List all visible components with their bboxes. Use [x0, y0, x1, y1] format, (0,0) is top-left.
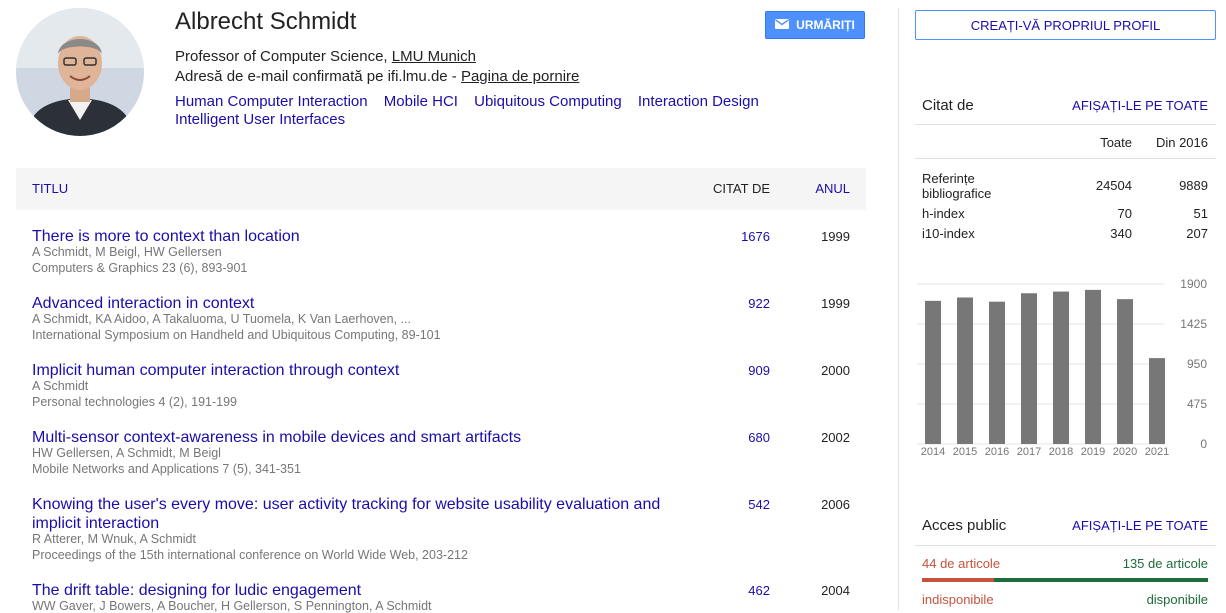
- articles-table-header: TITLU CITAT DE ANUL: [16, 168, 866, 210]
- chart-x-tick-label: 2014: [921, 446, 945, 458]
- chart-x-tick-label: 2021: [1145, 446, 1169, 458]
- interest-link[interactable]: Interaction Design: [638, 93, 759, 110]
- affiliation-text: Professor of Computer Science,: [175, 48, 392, 65]
- chart-x-tick-label: 2017: [1017, 446, 1041, 458]
- article-authors: A Schmidt, M Beigl, HW Gellersen: [32, 245, 222, 259]
- article-title-link[interactable]: Multi-sensor context-awareness in mobile…: [32, 428, 672, 447]
- chart-bar-2017[interactable]: [1021, 293, 1037, 444]
- chart-x-tick-label: 2016: [985, 446, 1009, 458]
- cited-by-column-header: CITAT DE: [712, 181, 770, 196]
- chart-x-tick-label: 2018: [1049, 446, 1073, 458]
- unavailable-bar: [922, 578, 994, 582]
- chart-bar-2018[interactable]: [1053, 291, 1069, 444]
- unavailable-label: indisponibile: [922, 592, 994, 607]
- follow-button[interactable]: URMĂRIȚI: [765, 11, 865, 39]
- article-venue: International Symposium on Handheld and …: [32, 328, 441, 342]
- article-venue: Mobile Networks and Applications 7 (5), …: [32, 462, 301, 476]
- citations-per-year-chart: 0 475 950 1425 1900 2014 2015 2016 2017 2018 2019 2…: [914, 270, 1216, 470]
- article-authors: A Schmidt: [32, 379, 89, 393]
- col-header-since: Din 2016: [1155, 135, 1208, 150]
- chart-y-tick-label: 475: [1187, 397, 1207, 411]
- available-label: disponibile: [1146, 592, 1208, 607]
- verified-email-text: Adresă de e-mail confirmată pe ifi.lmu.d…: [175, 68, 461, 85]
- citations-chart-svg: 0 475 950 1425 1900 2014 2015 2016 2017 2018 2019 2…: [917, 277, 1207, 458]
- article-venue: Computers & Graphics 23 (6), 893-901: [32, 261, 248, 275]
- article-authors: HW Gellersen, A Schmidt, M Beigl: [32, 446, 221, 460]
- divider: [915, 124, 1216, 125]
- divider: [915, 545, 1216, 546]
- article-year: 1999: [821, 229, 850, 244]
- chart-bar-2021[interactable]: [1149, 358, 1165, 444]
- chart-y-tick-label: 1425: [1180, 317, 1207, 331]
- article-cited-by-link[interactable]: 922: [748, 296, 770, 311]
- available-bar: [994, 578, 1208, 582]
- chart-bar-2020[interactable]: [1117, 299, 1133, 444]
- homepage-link[interactable]: Pagina de pornire: [461, 68, 579, 85]
- sort-by-title[interactable]: TITLU: [32, 181, 68, 196]
- article-year: 2004: [821, 583, 850, 598]
- stat-i10-index-since: 207: [1186, 226, 1208, 241]
- article-cited-by-link[interactable]: 1676: [741, 229, 770, 244]
- stat-label-h-index: h-index: [922, 206, 965, 221]
- affiliation-link[interactable]: LMU Munich: [392, 48, 476, 65]
- article-year: 2000: [821, 363, 850, 378]
- chart-bar-2019[interactable]: [1085, 289, 1101, 444]
- chart-bar-2015[interactable]: [957, 297, 973, 444]
- interest-link[interactable]: Intelligent User Interfaces: [175, 111, 345, 128]
- article-title-link[interactable]: Implicit human computer interaction thro…: [32, 361, 672, 380]
- article-cited-by-link[interactable]: 680: [748, 430, 770, 445]
- interest-link[interactable]: Human Computer Interaction: [175, 93, 368, 110]
- article-authors: A Schmidt, KA Aidoo, A Takaluoma, U Tuom…: [32, 312, 411, 326]
- article-year: 1999: [821, 296, 850, 311]
- stat-i10-index-all: 340: [1110, 226, 1132, 241]
- stat-label-citations: Referințe bibliografice: [922, 171, 992, 201]
- chart-y-tick-label: 0: [1200, 437, 1207, 451]
- article-title-link[interactable]: The drift table: designing for ludic eng…: [32, 581, 672, 600]
- article-cited-by-link[interactable]: 542: [748, 497, 770, 512]
- article-title-link[interactable]: Knowing the user's every move: user acti…: [32, 495, 672, 533]
- research-interests: Human Computer Interaction Mobile HCI Ub…: [175, 93, 795, 129]
- divider: [915, 158, 1216, 159]
- chart-x-tick-label: 2019: [1081, 446, 1105, 458]
- open-access-heading: Acces public: [922, 517, 1007, 534]
- stat-h-index-since: 51: [1193, 206, 1208, 221]
- article-venue: Personal technologies 4 (2), 191-199: [32, 395, 237, 409]
- chart-x-tick-label: 2015: [953, 446, 977, 458]
- article-year: 2006: [821, 497, 850, 512]
- profile-email: Adresă de e-mail confirmată pe ifi.lmu.d…: [175, 68, 579, 85]
- stat-citations-all: 24504: [1095, 178, 1132, 193]
- cited-by-heading: Citat de: [922, 97, 974, 114]
- cited-by-show-all-link[interactable]: AFIȘAȚI-LE PE TOATE: [1072, 98, 1208, 113]
- sort-by-year[interactable]: ANUL: [815, 181, 850, 196]
- unavailable-count: 44 de articole: [922, 556, 1001, 571]
- profile-photo: [16, 8, 144, 136]
- article-year: 2002: [821, 430, 850, 445]
- stat-label-i10-index: i10-index: [922, 226, 975, 241]
- stat-citations-since: 9889: [1179, 178, 1208, 193]
- article-cited-by-link[interactable]: 462: [748, 583, 770, 598]
- article-title-link[interactable]: Advanced interaction in context: [32, 294, 672, 313]
- chart-bar-2016[interactable]: [989, 301, 1005, 444]
- article-authors: WW Gaver, J Bowers, A Boucher, H Gellers…: [32, 599, 432, 613]
- envelope-icon: [775, 18, 790, 32]
- interest-link[interactable]: Ubiquitous Computing: [474, 93, 622, 110]
- chart-y-tick-label: 1900: [1180, 277, 1207, 291]
- profile-affiliation: Professor of Computer Science, LMU Munic…: [175, 48, 476, 65]
- chart-bar-2014[interactable]: [925, 300, 941, 444]
- article-cited-by-link[interactable]: 909: [748, 363, 770, 378]
- available-count: 135 de articole: [1122, 556, 1208, 571]
- stat-h-index-all: 70: [1117, 206, 1132, 221]
- open-access-show-all-link[interactable]: AFIȘAȚI-LE PE TOATE: [1072, 518, 1208, 533]
- article-venue: Proceedings of the 15th international co…: [32, 548, 468, 562]
- interest-link[interactable]: Mobile HCI: [384, 93, 458, 110]
- sidebar-divider: [898, 8, 899, 610]
- follow-label: URMĂRIȚI: [796, 18, 855, 32]
- create-profile-button[interactable]: CREAȚI-VĂ PROPRIUL PROFIL: [915, 10, 1216, 40]
- article-authors: R Atterer, M Wnuk, A Schmidt: [32, 532, 196, 546]
- col-header-all: Toate: [1100, 135, 1132, 150]
- article-title-link[interactable]: There is more to context than location: [32, 227, 672, 246]
- chart-x-tick-label: 2020: [1113, 446, 1137, 458]
- profile-name: Albrecht Schmidt: [175, 8, 357, 35]
- chart-y-tick-label: 950: [1187, 357, 1207, 371]
